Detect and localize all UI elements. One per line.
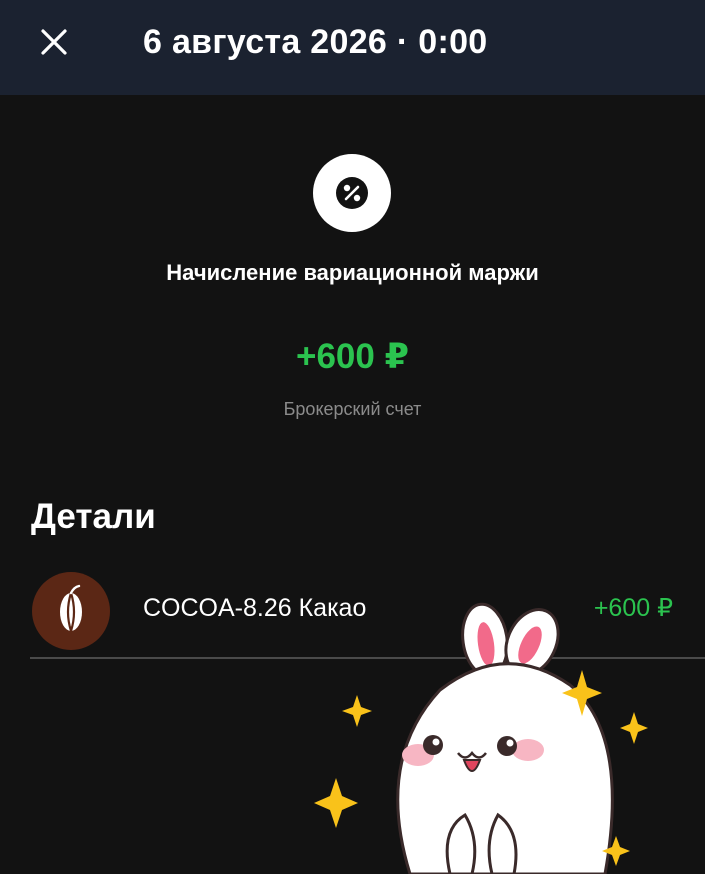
percent-icon [313, 154, 391, 232]
bunny-sticker-icon [314, 602, 648, 874]
operation-title: Начисление вариационной маржи [166, 260, 539, 285]
details-heading: Детали [31, 497, 156, 536]
cocoa-bean-icon [32, 572, 110, 650]
page-title: 6 августа 2026 · 0:00 [143, 23, 488, 61]
top-bar: 6 августа 2026 · 0:00 [0, 0, 705, 95]
operation-amount: +600 ₽ [296, 337, 409, 376]
close-button[interactable] [30, 20, 78, 64]
close-icon [41, 29, 67, 55]
account-name: Брокерский счет [283, 399, 422, 419]
